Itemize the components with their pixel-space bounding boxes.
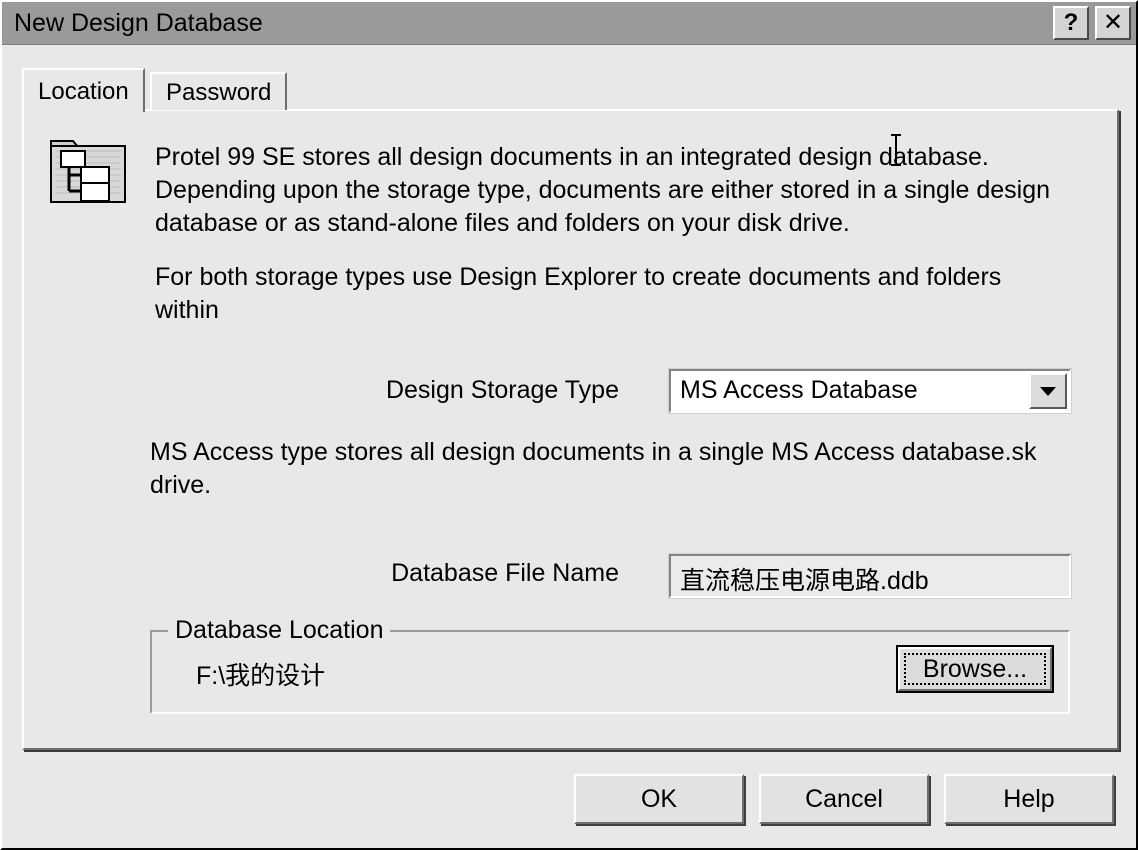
help-icon-button[interactable]: ?	[1053, 6, 1089, 40]
window-title: New Design Database	[14, 9, 263, 38]
design-database-folder-icon	[47, 133, 135, 213]
browse-button-bevel: Browse...	[898, 647, 1052, 691]
new-design-database-dialog: New Design Database ? ✕ Location Passwor…	[0, 0, 1138, 850]
intro-paragraph: Protel 99 SE stores all design documents…	[155, 141, 1095, 240]
cancel-button[interactable]: Cancel	[759, 774, 929, 824]
database-file-name-label: Database File Name	[364, 559, 619, 588]
database-file-name-input[interactable]: 直流稳压电源电路.ddb	[669, 554, 1071, 598]
database-file-name-value: 直流稳压电源电路.ddb	[680, 561, 929, 597]
tab-location[interactable]: Location	[22, 68, 145, 112]
design-storage-type-combobox[interactable]: MS Access Database	[669, 369, 1071, 413]
explorer-paragraph: For both storage types use Design Explor…	[155, 261, 1055, 327]
browse-button-label: Browse...	[904, 653, 1046, 685]
tab-password[interactable]: Password	[150, 72, 287, 110]
database-location-path: F:\我的设计	[196, 656, 325, 692]
location-tab-panel: Protel 99 SE stores all design documents…	[22, 109, 1119, 750]
close-icon-button[interactable]: ✕	[1095, 6, 1131, 40]
chevron-down-icon[interactable]	[1029, 373, 1067, 409]
help-button[interactable]: Help	[944, 774, 1114, 824]
title-bar: New Design Database ? ✕	[2, 2, 1136, 45]
storage-description-paragraph: MS Access type stores all design documen…	[150, 436, 1050, 502]
ok-button[interactable]: OK	[574, 774, 744, 824]
browse-button[interactable]: Browse...	[896, 645, 1054, 693]
chevron-down-glyph	[1040, 387, 1056, 396]
design-storage-type-value: MS Access Database	[680, 376, 918, 405]
design-storage-type-label: Design Storage Type	[364, 376, 619, 405]
database-location-legend: Database Location	[168, 616, 390, 645]
